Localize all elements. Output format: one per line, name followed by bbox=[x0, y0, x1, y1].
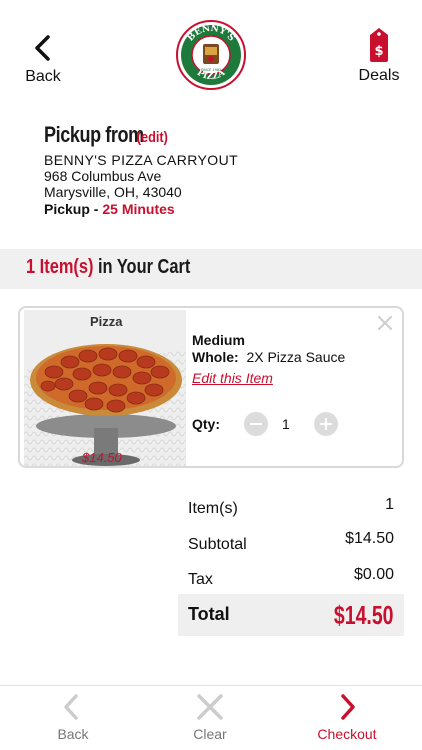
subtotal-label: Subtotal bbox=[188, 536, 247, 553]
toolbar-clear-label: Clear bbox=[193, 726, 227, 742]
chevron-right-icon bbox=[341, 694, 355, 720]
qty-increment-button[interactable] bbox=[314, 412, 338, 436]
qty-decrement-button[interactable] bbox=[244, 412, 268, 436]
app-header: Back BENNY'S PIZZA SINCE 1982 $ Deals bbox=[0, 0, 422, 112]
cart-item-card: Pizza $14.50 Medium Whole: 2X Pizza Sauc… bbox=[18, 306, 404, 468]
cart-title-rest: in Your Cart bbox=[93, 256, 191, 278]
subtotal-value: $14.50 bbox=[345, 530, 394, 547]
summary-items-row: Item(s) 1 bbox=[178, 496, 404, 530]
chevron-left-icon bbox=[35, 35, 50, 61]
toolbar-checkout-label: Checkout bbox=[317, 726, 377, 742]
qty-label: Qty: bbox=[192, 416, 220, 432]
toolbar-back-label: Back bbox=[57, 726, 89, 742]
qty-value: 1 bbox=[282, 416, 290, 432]
summary-subtotal-row: Subtotal $14.50 bbox=[178, 530, 404, 564]
pickup-edit-link[interactable]: (edit) bbox=[137, 129, 168, 146]
header-back-button[interactable]: Back bbox=[18, 32, 68, 92]
close-icon bbox=[197, 694, 223, 720]
toolbar-back-button[interactable]: Back bbox=[28, 692, 118, 748]
pickup-time-label: Pickup - bbox=[44, 201, 103, 217]
header-back-label: Back bbox=[25, 68, 61, 85]
cart-title: 1 Item(s) in Your Cart bbox=[26, 256, 190, 279]
image-price: $14.50 bbox=[82, 450, 122, 465]
cart-header-band: 1 Item(s) in Your Cart bbox=[0, 249, 422, 289]
toolbar-checkout-button[interactable]: Checkout bbox=[302, 692, 392, 748]
svg-text:$: $ bbox=[374, 44, 383, 59]
edit-item-link[interactable]: Edit this Item bbox=[192, 370, 273, 386]
pickup-title: Pickup from bbox=[44, 122, 144, 147]
whole-label: Whole: bbox=[192, 349, 239, 365]
store-name: BENNY'S PIZZA CARRYOUT bbox=[44, 152, 239, 168]
logo-since-text: SINCE 1982 bbox=[201, 68, 222, 72]
pickup-time: Pickup - 25 Minutes bbox=[44, 201, 404, 217]
item-size: Medium bbox=[192, 332, 245, 348]
pickup-time-value: 25 Minutes bbox=[102, 201, 175, 217]
toolbar-clear-button[interactable]: Clear bbox=[165, 692, 255, 748]
items-label: Item(s) bbox=[188, 500, 238, 517]
bottom-toolbar: Back Clear Checkout bbox=[0, 685, 422, 750]
tax-value: $0.00 bbox=[353, 566, 394, 583]
whole-value: 2X Pizza Sauce bbox=[246, 349, 346, 365]
address-line-1: 968 Columbus Ave bbox=[44, 168, 162, 184]
item-whole-option: Whole: 2X Pizza Sauce bbox=[192, 349, 345, 365]
pepperoni-pizza-image bbox=[24, 310, 186, 466]
total-value: $14.50 bbox=[334, 600, 394, 630]
deals-label: Deals bbox=[358, 67, 400, 84]
summary-total-row: Total $14.50 bbox=[178, 594, 404, 636]
tax-label: Tax bbox=[188, 571, 213, 588]
chevron-left-icon bbox=[64, 694, 78, 720]
image-caption: Pizza bbox=[90, 314, 123, 329]
address-line-2: Marysville, OH, 43040 bbox=[44, 184, 182, 200]
total-label: Total bbox=[188, 604, 230, 624]
deals-button[interactable]: $ Deals bbox=[354, 26, 404, 88]
items-value: 1 bbox=[385, 496, 394, 513]
pizza-image: Pizza $14.50 bbox=[24, 310, 186, 466]
pickup-info: Pickup from (edit) BENNY'S PIZZA CARRYOU… bbox=[44, 122, 404, 217]
bennys-pizza-logo: BENNY'S PIZZA SINCE 1982 bbox=[176, 20, 246, 90]
remove-item-close-icon[interactable] bbox=[376, 314, 394, 332]
cart-item-count: 1 Item(s) bbox=[26, 256, 94, 278]
price-tag-icon: $ bbox=[370, 28, 388, 62]
